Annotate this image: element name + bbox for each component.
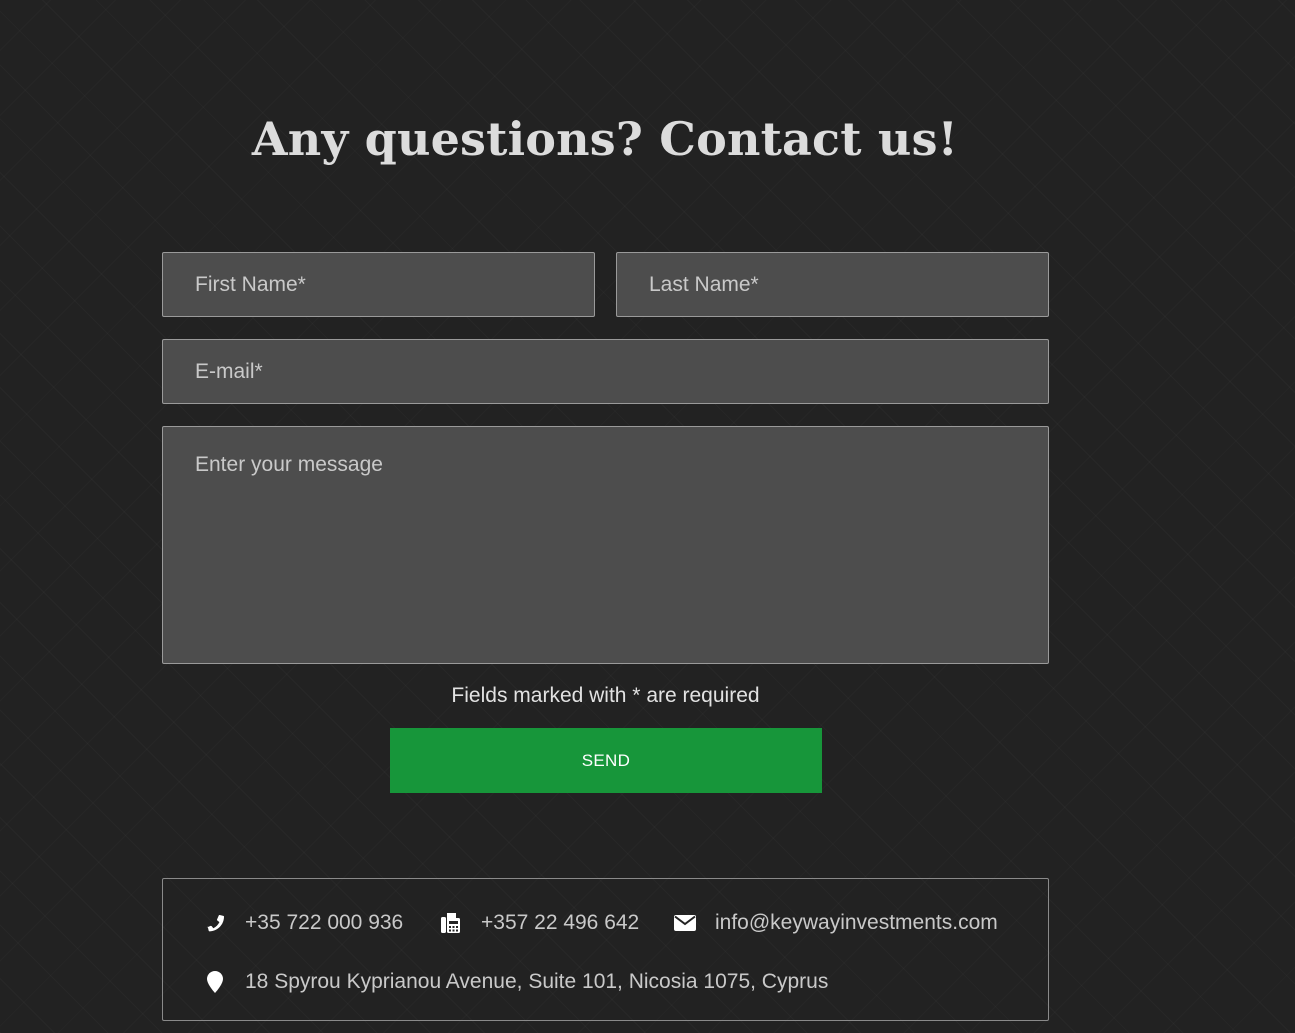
address-text: 18 Spyrou Kyprianou Avenue, Suite 101, N… [245, 970, 829, 993]
first-name-placeholder: First Name* [195, 272, 306, 296]
fax-icon [439, 911, 463, 935]
map-marker-icon [203, 970, 227, 994]
message-textarea[interactable]: Enter your message [162, 426, 1049, 664]
contact-address: 18 Spyrou Kyprianou Avenue, Suite 101, N… [203, 970, 828, 994]
contact-phone[interactable]: +35 722 000 936 [203, 911, 403, 935]
email-address: info@keywayinvestments.com [715, 911, 998, 934]
last-name-placeholder: Last Name* [649, 272, 759, 296]
required-fields-note: Fields marked with * are required [451, 684, 760, 707]
contact-fax[interactable]: +357 22 496 642 [439, 911, 639, 935]
fax-number: +357 22 496 642 [481, 911, 640, 934]
phone-number: +35 722 000 936 [245, 911, 404, 934]
email-input[interactable]: E-mail* [162, 339, 1049, 404]
envelope-icon [673, 911, 697, 935]
page-title: Any questions? Contact us! [251, 112, 959, 166]
phone-icon [203, 911, 227, 935]
email-placeholder: E-mail* [195, 359, 263, 383]
send-button[interactable]: SEND [390, 728, 822, 793]
message-placeholder: Enter your message [195, 453, 383, 476]
last-name-input[interactable]: Last Name* [616, 252, 1049, 317]
contact-section: Any questions? Contact us! First Name* L… [0, 0, 1295, 1033]
first-name-input[interactable]: First Name* [162, 252, 595, 317]
contact-email[interactable]: info@keywayinvestments.com [673, 911, 998, 935]
contact-info-box: +35 722 000 936 +357 22 496 642 info@key… [162, 878, 1049, 1021]
